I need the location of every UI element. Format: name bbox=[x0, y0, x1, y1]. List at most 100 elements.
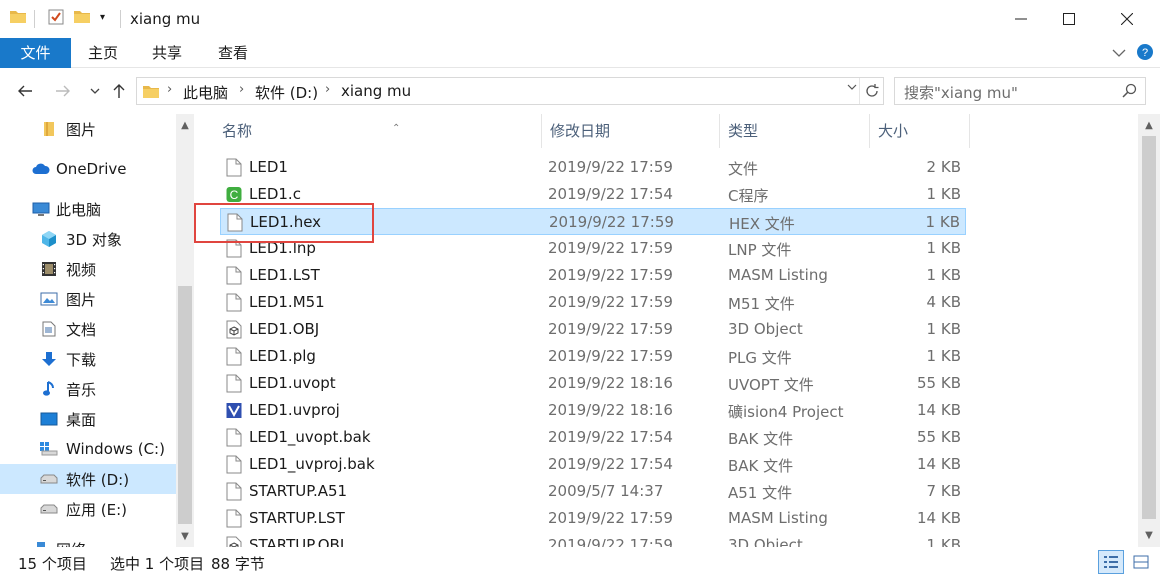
column-header-date[interactable]: 修改日期 bbox=[542, 114, 720, 148]
file-row[interactable]: LED1_uvopt.bak 2019/9/22 17:54 BAK 文件 55 KB bbox=[220, 424, 966, 451]
nav-item-drive-d[interactable]: 软件 (D:) bbox=[0, 464, 176, 494]
properties-icon[interactable] bbox=[48, 9, 64, 29]
nav-item-documents[interactable]: 文档 bbox=[0, 314, 176, 344]
file-row[interactable]: LED1.uvopt 2019/9/22 18:16 UVOPT 文件 55 KB bbox=[220, 370, 966, 397]
tab-share[interactable]: 共享 bbox=[144, 38, 190, 68]
column-header-type[interactable]: 类型 bbox=[720, 114, 870, 148]
forward-button[interactable] bbox=[52, 80, 74, 102]
file-row[interactable]: STARTUP.A51 2009/5/7 14:37 A51 文件 7 KB bbox=[220, 478, 966, 505]
customize-toolbar-icon[interactable]: ▾ bbox=[100, 12, 105, 23]
search-icon[interactable] bbox=[1122, 83, 1137, 102]
file-type: 3D Object bbox=[728, 536, 803, 547]
file-date: 2009/5/7 14:37 bbox=[548, 482, 664, 500]
nav-item-this-pc[interactable]: 此电脑 bbox=[0, 194, 176, 224]
back-arrow-icon bbox=[18, 85, 32, 97]
scroll-down-icon[interactable]: ▼ bbox=[1140, 526, 1158, 544]
nav-item-videos[interactable]: 视频 bbox=[0, 254, 176, 284]
nav-item-3d-objects[interactable]: 3D 对象 bbox=[0, 224, 176, 254]
file-date: 2019/9/22 17:54 bbox=[548, 428, 673, 446]
address-bar[interactable]: › 此电脑 › 软件 (D:) › xiang mu bbox=[136, 77, 884, 105]
nav-item-label: 视频 bbox=[66, 260, 97, 279]
chevron-right-icon[interactable]: › bbox=[167, 82, 172, 97]
scroll-up-icon[interactable]: ▲ bbox=[176, 116, 194, 134]
column-header-type-label: 类型 bbox=[728, 122, 759, 140]
nav-item-label: 网络 bbox=[56, 539, 86, 548]
details-view-button[interactable] bbox=[1098, 550, 1124, 574]
scroll-down-icon[interactable]: ▼ bbox=[176, 527, 194, 545]
up-button[interactable] bbox=[108, 80, 130, 102]
nav-item-drive-c[interactable]: Windows (C:) bbox=[0, 434, 176, 464]
back-button[interactable] bbox=[14, 80, 36, 102]
nav-item-downloads[interactable]: 下载 bbox=[0, 344, 176, 374]
up-arrow-icon bbox=[113, 84, 125, 98]
file-date: 2019/9/22 17:54 bbox=[548, 185, 673, 203]
maximize-button[interactable] bbox=[1046, 0, 1092, 38]
nav-item-pictures-quick[interactable]: 图片 bbox=[0, 114, 176, 144]
file-name: LED1_uvopt.bak bbox=[249, 428, 371, 446]
close-button[interactable] bbox=[1104, 0, 1150, 38]
breadcrumb-drive-d[interactable]: 软件 (D:) bbox=[255, 82, 318, 103]
file-type: BAK 文件 bbox=[728, 457, 794, 475]
search-box[interactable]: 搜索"xiang mu" bbox=[894, 77, 1146, 105]
refresh-button[interactable] bbox=[859, 78, 883, 104]
nav-item-network[interactable]: 网络 bbox=[0, 534, 176, 547]
scroll-up-icon[interactable]: ▲ bbox=[1140, 116, 1158, 134]
nav-item-drive-e[interactable]: 应用 (E:) bbox=[0, 494, 176, 524]
column-header-name[interactable]: 名称 ⌃ bbox=[214, 114, 542, 148]
file-row[interactable]: LED1.uvproj 2019/9/22 18:16 礦ision4 Projec… bbox=[220, 397, 966, 424]
file-row[interactable]: LED1.LST 2019/9/22 17:59 MASM Listing 1 KB bbox=[220, 262, 966, 289]
sort-ascending-icon: ⌃ bbox=[392, 123, 401, 134]
tab-view[interactable]: 查看 bbox=[210, 38, 256, 68]
file-row[interactable]: STARTUP.LST 2019/9/22 17:59 MASM Listing 14… bbox=[220, 505, 966, 532]
file-type: 文件 bbox=[728, 160, 759, 178]
file-row[interactable]: LED1 2019/9/22 17:59 文件 2 KB bbox=[220, 154, 966, 181]
nav-item-music[interactable]: 音乐 bbox=[0, 374, 176, 404]
search-placeholder: 搜索"xiang mu" bbox=[904, 84, 1018, 102]
column-header-date-label: 修改日期 bbox=[550, 122, 611, 140]
nav-item-pictures[interactable]: 图片 bbox=[0, 284, 176, 314]
nav-scrollbar-thumb[interactable] bbox=[178, 286, 192, 524]
file-list-scrollbar[interactable]: ▲ ▼ bbox=[1138, 114, 1160, 547]
file-list-scrollbar-thumb[interactable] bbox=[1142, 136, 1156, 519]
file-size: 4 KB bbox=[926, 293, 961, 311]
drive-icon bbox=[40, 500, 58, 518]
address-row: › 此电脑 › 软件 (D:) › xiang mu 搜索"xiang mu" bbox=[0, 68, 1160, 114]
new-folder-icon[interactable] bbox=[74, 9, 90, 27]
large-icons-view-icon bbox=[1133, 555, 1149, 569]
file-icon bbox=[226, 293, 242, 312]
expand-ribbon-icon[interactable] bbox=[1112, 44, 1126, 62]
address-dropdown-icon[interactable] bbox=[847, 81, 857, 94]
minimize-button[interactable] bbox=[998, 0, 1044, 38]
nav-scrollbar[interactable]: ▲ ▼ bbox=[176, 114, 194, 547]
breadcrumb-xiang-mu[interactable]: xiang mu bbox=[341, 82, 411, 100]
file-row[interactable]: LED1.plg 2019/9/22 17:59 PLG 文件 1 KB bbox=[220, 343, 966, 370]
file-size: 1 KB bbox=[925, 213, 960, 231]
separator bbox=[120, 10, 121, 28]
file-icon bbox=[226, 455, 242, 474]
file-row[interactable]: LED1.M51 2019/9/22 17:59 M51 文件 4 KB bbox=[220, 289, 966, 316]
selection-count: 选中 1 个项目 bbox=[110, 555, 205, 573]
chevron-right-icon[interactable]: › bbox=[239, 82, 244, 97]
folder-icon bbox=[143, 84, 159, 102]
large-icons-view-button[interactable] bbox=[1128, 550, 1154, 574]
tab-home[interactable]: 主页 bbox=[80, 38, 126, 68]
file-row[interactable]: LED1.OBJ 2019/9/22 17:59 3D Object 1 KB bbox=[220, 316, 966, 343]
nav-item-label: 此电脑 bbox=[56, 200, 102, 219]
nav-item-label: 图片 bbox=[66, 290, 97, 309]
file-date: 2019/9/22 17:59 bbox=[549, 213, 674, 231]
file-row[interactable]: LED1_uvproj.bak 2019/9/22 17:54 BAK 文件 14 K… bbox=[220, 451, 966, 478]
file-size: 55 KB bbox=[917, 428, 961, 446]
help-icon[interactable]: ? bbox=[1136, 43, 1154, 65]
nav-item-onedrive[interactable]: OneDrive bbox=[0, 154, 176, 184]
recent-locations-button[interactable] bbox=[84, 80, 106, 102]
chevron-right-icon[interactable]: › bbox=[325, 82, 330, 97]
title-bar: ▾ xiang mu bbox=[0, 0, 1160, 38]
column-header-size[interactable]: 大小 bbox=[870, 114, 970, 148]
breadcrumb-this-pc[interactable]: 此电脑 bbox=[183, 82, 228, 103]
tab-file[interactable]: 文件 bbox=[0, 38, 71, 68]
pictures-icon bbox=[40, 290, 58, 308]
file-date: 2019/9/22 17:59 bbox=[548, 239, 673, 257]
file-row[interactable]: STARTUP.OBJ 2019/9/22 17:59 3D Object 1 KB bbox=[220, 532, 966, 547]
file-icon bbox=[226, 347, 242, 366]
nav-item-desktop[interactable]: 桌面 bbox=[0, 404, 176, 434]
